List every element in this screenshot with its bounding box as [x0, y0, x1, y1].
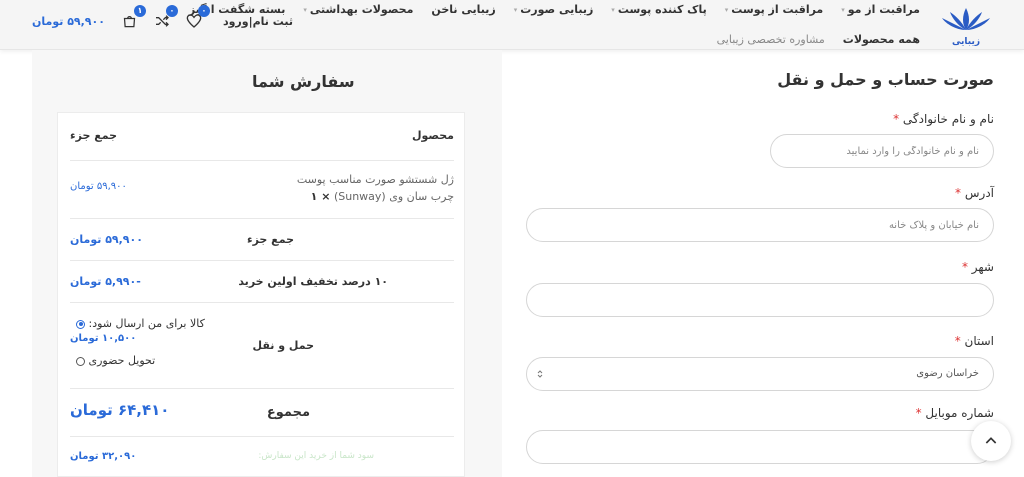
- item-qty: × ۱: [310, 190, 331, 203]
- item-name: ژل شستشو صورت مناسب پوست چرب سان وی (Sun…: [297, 171, 454, 205]
- state-select[interactable]: خراسان رضوی: [526, 357, 994, 391]
- nav-all-products[interactable]: همه محصولات: [834, 30, 929, 50]
- savings-value: ۳۲,۰۹۰ تومان: [70, 451, 137, 462]
- shipping-option-delivery[interactable]: کالا برای من ارسال شود:: [70, 317, 205, 330]
- discount-row: ۱۰ درصد تخفیف اولین خرید -۵,۹۹۰ تومان: [70, 261, 454, 303]
- mobile-label: شماره موبایل *: [916, 406, 994, 420]
- select-arrows-icon: [537, 370, 543, 378]
- wishlist-count: ۰: [197, 5, 210, 17]
- city-label-text: شهر: [971, 260, 994, 274]
- address-label: آدرس *: [955, 186, 994, 200]
- city-required-mark: *: [961, 260, 968, 274]
- mobile-required-mark: *: [915, 406, 922, 420]
- logo-icon[interactable]: زیبایی: [936, 4, 996, 46]
- nav-consulting[interactable]: مشاوره تخصصی زیبایی: [708, 30, 834, 50]
- logo-text: زیبایی: [952, 37, 980, 46]
- shipping-row: حمل و نقل کالا برای من ارسال شود: ۱۰,۵۰۰…: [70, 303, 454, 389]
- chevron-down-icon: ▾: [841, 6, 845, 14]
- chevron-down-icon: ▾: [611, 6, 615, 14]
- nav-item-4[interactable]: زیبایی ناخن: [422, 0, 504, 20]
- nav-item-5[interactable]: محصولات بهداشتی ▾: [294, 0, 422, 20]
- savings-label: سود شما از خرید این سفارش:: [258, 451, 374, 461]
- col-product-header: محصول: [411, 129, 454, 142]
- chevron-down-icon: ▾: [724, 6, 729, 14]
- order-title: سفارش شما: [252, 72, 355, 91]
- billing-form-title: صورت حساب و حمل و نقل: [777, 70, 994, 89]
- total-label: مجموع: [266, 405, 310, 420]
- item-name-line1: ژل شستشو صورت مناسب پوست: [296, 173, 454, 186]
- name-required-mark: *: [893, 112, 900, 126]
- chevron-down-icon: ▾: [513, 6, 518, 14]
- shipping-label: حمل و نقل: [252, 339, 314, 352]
- nav-item-1[interactable]: مراقبت از پوست ▾: [716, 0, 833, 20]
- order-table: محصول جمع جزء ژل شستشو صورت مناسب پوست چ…: [57, 112, 465, 477]
- discount-label: ۱۰ درصد تخفیف اولین خرید: [238, 275, 388, 288]
- item-name-line2: چرب سان وی (Sunway): [333, 190, 454, 203]
- scroll-to-top-button[interactable]: [971, 421, 1011, 461]
- nav-item-2[interactable]: پاک کننده پوست ▾: [602, 0, 715, 20]
- total-row: مجموع ۶۴,۴۱۰ تومان: [70, 389, 454, 437]
- nav-item-label: زیبایی ناخن: [431, 3, 496, 16]
- state-label: استان *: [955, 334, 994, 348]
- nav-item-0[interactable]: مراقبت از مو ▾: [832, 0, 929, 20]
- order-summary-panel: سفارش شما محصول جمع جزء ژل شستشو صورت من…: [32, 50, 502, 477]
- compare-count: ۰: [165, 5, 178, 17]
- chevron-down-icon: ▾: [303, 6, 307, 14]
- city-field[interactable]: [526, 283, 994, 317]
- shipping-option-pickup[interactable]: تحویل حضوری: [70, 354, 205, 367]
- subtotal-label: جمع جزء: [246, 233, 294, 246]
- item-price: ۵۹,۹۰۰ تومان: [70, 181, 127, 192]
- nav-item-3[interactable]: زیبایی صورت ▾: [505, 0, 603, 20]
- savings-row: سود شما از خرید این سفارش: ۳۲,۰۹۰ تومان: [70, 437, 454, 477]
- order-header-row: محصول جمع جزء: [70, 113, 454, 161]
- shipping-option-pickup-label: تحویل حضوری: [88, 354, 156, 367]
- nav-item-label: زیبایی صورت: [520, 3, 594, 16]
- cart-button[interactable]: ۱: [119, 5, 146, 32]
- nav-item-label: مراقبت از پوست: [731, 3, 824, 16]
- total-value: ۶۴,۴۱۰ تومان: [70, 401, 170, 419]
- mobile-field[interactable]: [526, 430, 994, 464]
- login-link[interactable]: ثبت نام|ورود: [223, 15, 293, 28]
- discount-value: -۵,۹۹۰ تومان: [70, 275, 141, 288]
- site-header: زیبایی مراقبت از مو ▾ مراقبت از پوست ▾ پاک ک…: [0, 0, 1024, 50]
- radio-delivery[interactable]: [76, 319, 85, 329]
- wishlist-button[interactable]: ۰: [183, 5, 210, 32]
- col-subtotal-header: جمع جزء: [70, 129, 118, 142]
- mobile-label-text: شماره موبایل: [925, 406, 994, 420]
- subtotal-value: ۵۹,۹۰۰ تومان: [70, 233, 143, 246]
- nav-item-label: محصولات بهداشتی: [309, 3, 414, 16]
- cart-total[interactable]: ۵۹,۹۰۰ تومان: [32, 15, 105, 28]
- name-field[interactable]: [770, 134, 994, 168]
- city-label: شهر *: [962, 260, 994, 274]
- shipping-option-delivery-label: کالا برای من ارسال شود:: [88, 317, 205, 330]
- nav-item-label: مراقبت از مو: [847, 3, 920, 16]
- state-label-text: استان: [964, 334, 994, 348]
- order-item-row: ژل شستشو صورت مناسب پوست چرب سان وی (Sun…: [70, 161, 454, 219]
- state-required-mark: *: [954, 334, 961, 348]
- state-select-value: خراسان رضوی: [916, 368, 979, 379]
- compare-button[interactable]: ۰: [151, 5, 178, 32]
- shipping-options: کالا برای من ارسال شود: ۱۰,۵۰۰ تومان تحو…: [70, 317, 205, 367]
- name-label-text: نام و نام خانوادگی: [902, 112, 994, 126]
- address-label-text: آدرس: [964, 186, 994, 200]
- address-required-mark: *: [955, 186, 962, 200]
- nav-item-label: پاک کننده پوست: [617, 3, 707, 16]
- radio-pickup[interactable]: [76, 356, 85, 366]
- sub-nav: همه محصولات مشاوره تخصصی زیبایی: [708, 30, 929, 50]
- name-label: نام و نام خانوادگی *: [893, 112, 994, 126]
- header-actions: ثبت نام|ورود ۰ ۰ ۱ ۵۹,۹۰۰ تومان: [32, 5, 293, 32]
- subtotal-row: جمع جزء ۵۹,۹۰۰ تومان: [70, 219, 454, 261]
- shipping-option-delivery-price: ۱۰,۵۰۰ تومان: [70, 333, 137, 344]
- address-field[interactable]: [526, 208, 994, 242]
- cart-count: ۱: [133, 5, 146, 17]
- chevron-up-icon: [985, 437, 997, 444]
